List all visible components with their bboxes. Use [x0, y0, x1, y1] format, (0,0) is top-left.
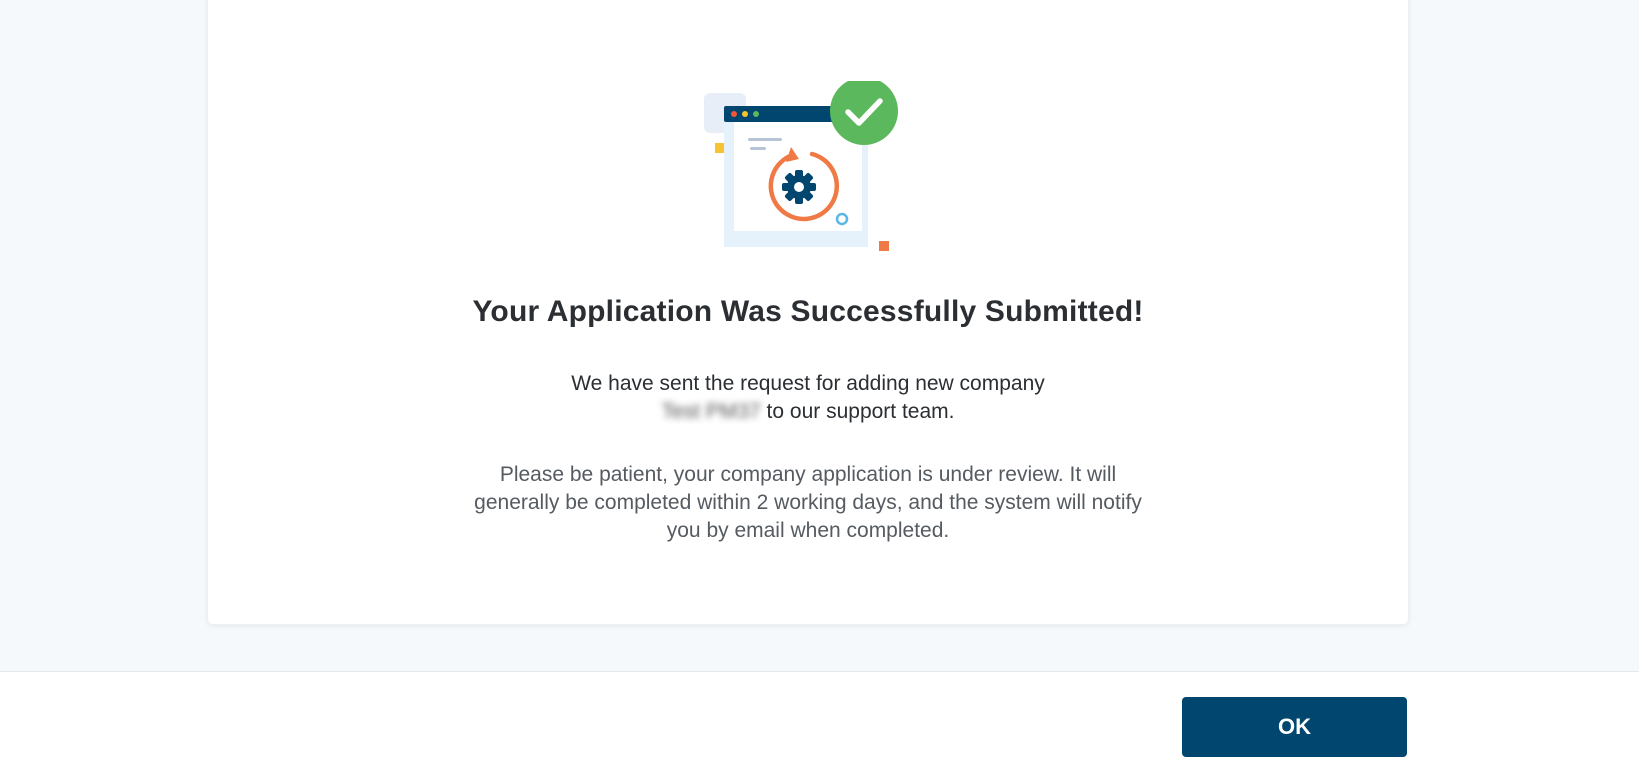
confirmation-message: We have sent the request for adding new …	[208, 370, 1408, 426]
review-note: Please be patient, your company applicat…	[474, 463, 1142, 542]
message-line-1: We have sent the request for adding new …	[571, 372, 1045, 395]
success-card: Your Application Was Successfully Submit…	[207, 0, 1409, 625]
footer-bar: OK	[0, 671, 1639, 779]
page: Your Application Was Successfully Submit…	[0, 0, 1639, 779]
ok-button[interactable]: OK	[1182, 697, 1407, 757]
page-title: Your Application Was Successfully Submit…	[472, 295, 1144, 328]
application-submitted-illustration	[704, 81, 898, 251]
message-line-2-suffix: to our support team.	[760, 400, 955, 423]
message-line-2: Test PM37 to our support team.	[208, 398, 1408, 426]
company-name: Test PM37	[661, 400, 761, 423]
